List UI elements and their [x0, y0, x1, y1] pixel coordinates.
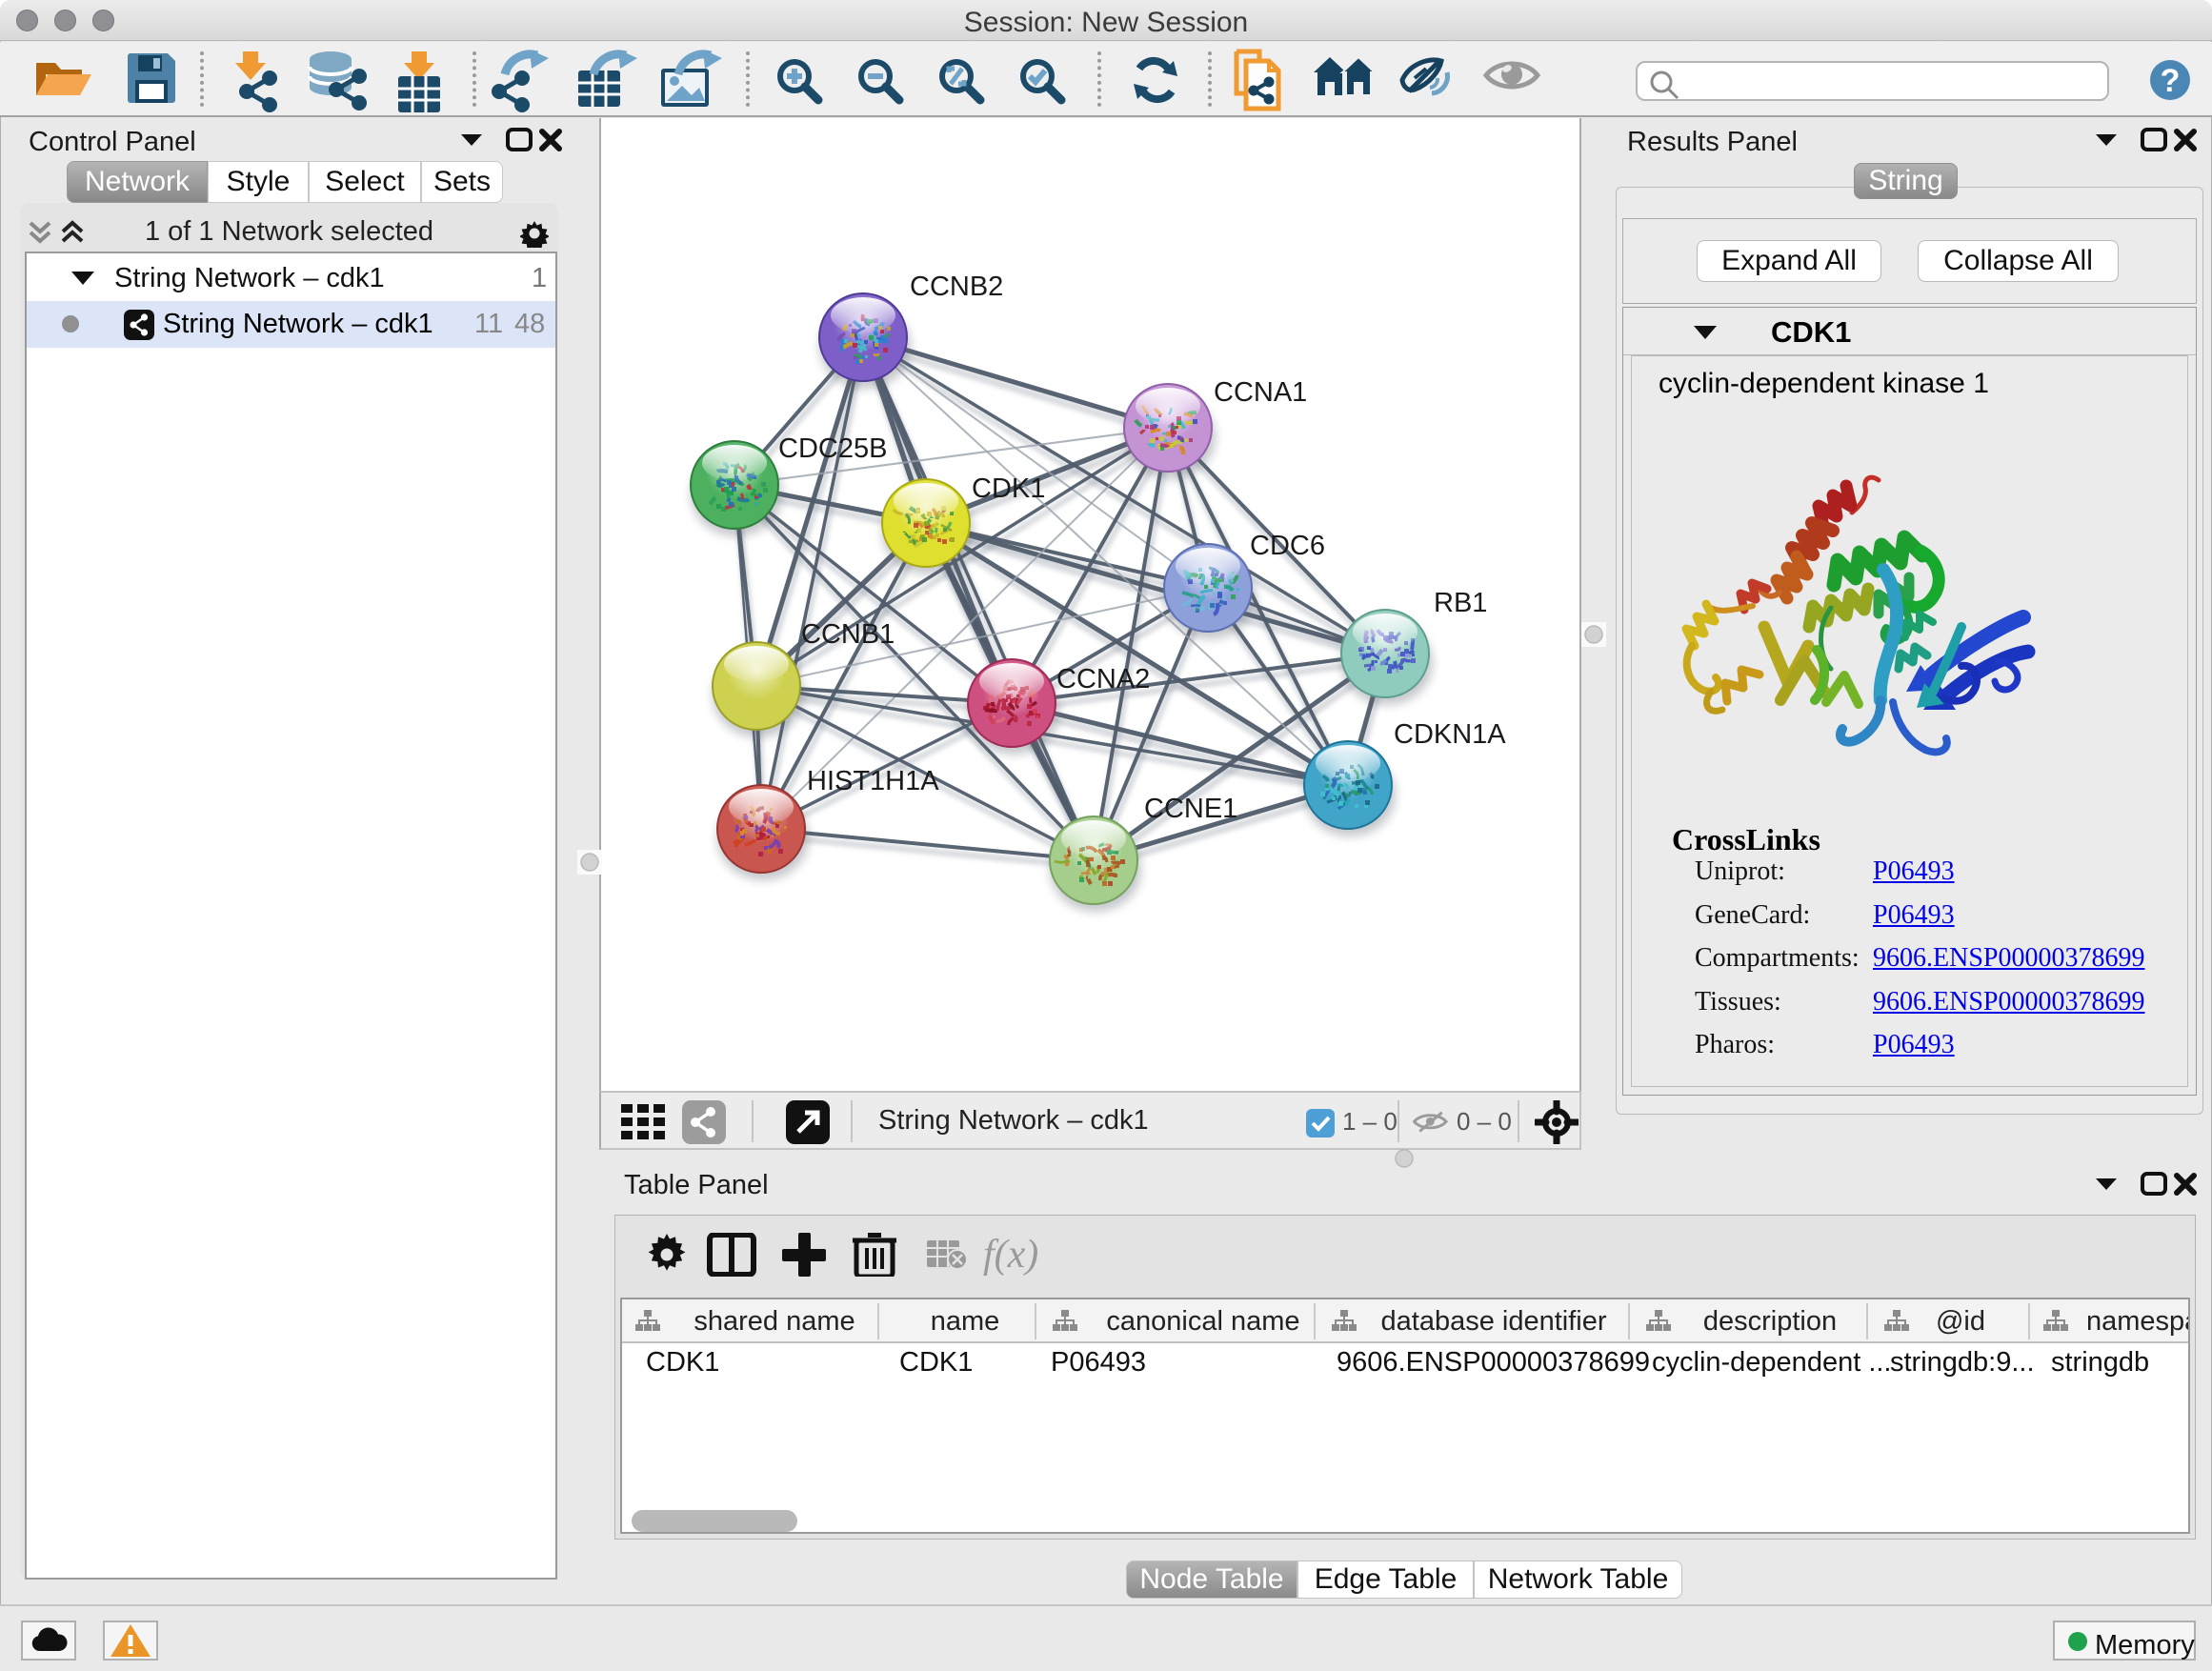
- svg-text:CCNA1: CCNA1: [1214, 377, 1307, 408]
- svg-text:HIST1H1A: HIST1H1A: [807, 766, 939, 796]
- svg-text:CDK1: CDK1: [972, 473, 1045, 504]
- svg-text:?: ?: [2161, 63, 2181, 99]
- svg-text:CCNB1: CCNB1: [801, 619, 895, 650]
- svg-text:RB1: RB1: [1434, 588, 1487, 618]
- svg-text:f(x): f(x): [983, 1233, 1038, 1277]
- svg-text:CCNE1: CCNE1: [1144, 794, 1237, 824]
- svg-text:CDC6: CDC6: [1250, 531, 1325, 561]
- svg-text:CDKN1A: CDKN1A: [1394, 719, 1506, 750]
- svg-text:CCNA2: CCNA2: [1056, 664, 1150, 695]
- svg-text:CCNB2: CCNB2: [910, 272, 1003, 302]
- svg-text:CDC25B: CDC25B: [778, 433, 887, 464]
